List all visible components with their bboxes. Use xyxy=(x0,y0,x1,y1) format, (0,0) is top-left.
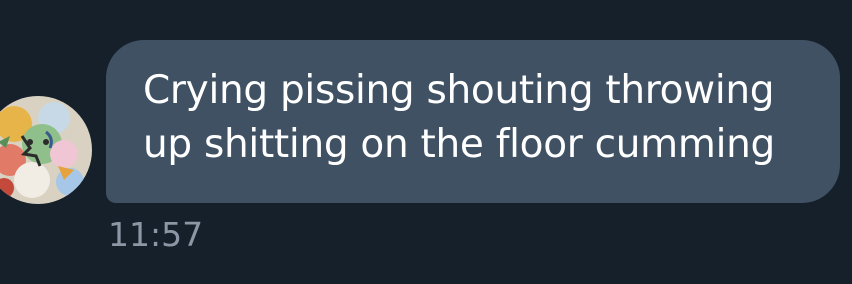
sender-avatar[interactable] xyxy=(0,96,92,204)
message-timestamp: 11:57 xyxy=(108,215,204,254)
message-bubble[interactable]: Crying pissing shouting throwing up shit… xyxy=(106,40,840,203)
avatar-illustration-icon xyxy=(0,96,92,204)
message-text: Crying pissing shouting throwing up shit… xyxy=(143,68,775,167)
dm-conversation: Crying pissing shouting throwing up shit… xyxy=(0,0,852,284)
